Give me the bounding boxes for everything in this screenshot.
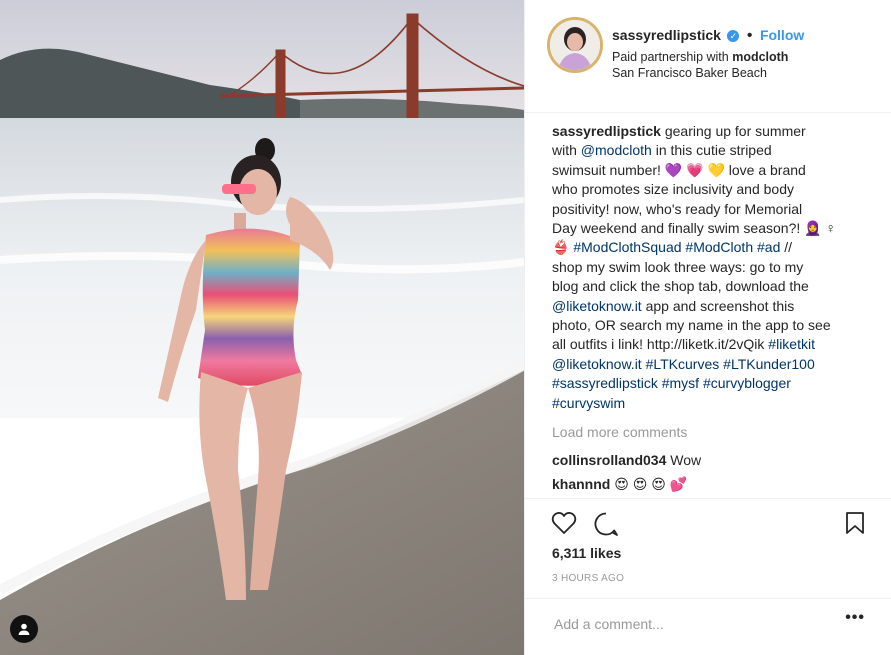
- hashtag-ad[interactable]: #ad: [757, 239, 780, 255]
- avatar-image: [550, 20, 600, 70]
- caption-text: in this cutie striped: [651, 142, 772, 159]
- instagram-post: sassyredlipstick ✓ • Follow Paid partner…: [0, 0, 891, 655]
- hashtag-mysf[interactable]: #mysf: [662, 375, 699, 391]
- caption-line: @liketoknow.it app and screenshot this: [552, 297, 870, 316]
- comment-item: khannnd 😍 😍 😍 💕: [552, 476, 687, 493]
- person-tag-icon: [18, 623, 30, 635]
- comment-item: collinsrolland034 Wow: [552, 452, 701, 468]
- caption-text: gearing up for summer: [660, 123, 806, 139]
- caption-line: 👙 #ModClothSquad #ModCloth #ad //: [552, 238, 870, 257]
- mention-liketoknow[interactable]: @liketoknow.it: [552, 356, 642, 372]
- caption-line: with @modcloth in this cutie striped: [552, 141, 870, 160]
- location-link[interactable]: San Francisco Baker Beach: [612, 65, 804, 81]
- post-caption: sassyredlipstick gearing up for summer w…: [552, 122, 870, 413]
- avatar[interactable]: [547, 17, 603, 73]
- action-bar: [525, 498, 891, 551]
- hashtag-ltkunder100[interactable]: #LTKunder100: [723, 356, 815, 372]
- add-comment-bar: •••: [525, 598, 891, 655]
- hashtag-modcloth[interactable]: #ModCloth: [685, 239, 753, 255]
- comment-text: Wow: [666, 452, 702, 468]
- hashtag-liketkit[interactable]: #liketkit: [768, 336, 815, 352]
- heart-icon[interactable]: [551, 511, 577, 535]
- separator-dot: •: [746, 27, 753, 44]
- hashtag-sassyredlipstick[interactable]: #sassyredlipstick: [552, 375, 658, 391]
- post-header: sassyredlipstick ✓ • Follow Paid partner…: [525, 0, 891, 113]
- verified-badge-icon: ✓: [727, 30, 740, 42]
- caption-line: photo, OR search my name in the app to s…: [552, 317, 831, 334]
- mention-modcloth[interactable]: @modcloth: [581, 142, 652, 158]
- more-options-button[interactable]: •••: [845, 609, 865, 627]
- beach-photo-image: [0, 0, 524, 655]
- partnership-line: Paid partnership with modcloth: [612, 49, 804, 65]
- caption-username[interactable]: sassyredlipstick: [552, 123, 661, 139]
- caption-line: all outfits i link! http://liketk.it/2vQ…: [552, 335, 870, 354]
- post-photo[interactable]: [0, 0, 524, 655]
- likes-count[interactable]: 6,311 likes: [552, 545, 621, 561]
- username-link[interactable]: sassyredlipstick: [612, 27, 721, 43]
- partner-link[interactable]: modcloth: [732, 50, 788, 64]
- caption-text: app and screenshot this: [641, 297, 795, 314]
- comment-username[interactable]: khannnd: [552, 476, 610, 492]
- caption-text: 👙: [552, 239, 574, 256]
- load-more-comments-button[interactable]: Load more comments: [552, 424, 687, 440]
- caption-line: sassyredlipstick gearing up for summer: [552, 122, 870, 141]
- follow-button[interactable]: Follow: [760, 27, 804, 43]
- hashtag-ltkcurves[interactable]: #LTKcurves: [646, 356, 720, 372]
- post-timestamp[interactable]: 3 HOURS AGO: [552, 573, 624, 584]
- caption-text: //: [780, 239, 793, 256]
- caption-text: with: [552, 142, 581, 159]
- caption-text: all outfits i link! http://liketk.it/2vQ…: [552, 336, 769, 353]
- caption-line: swimsuit number! 💜 💗 💛 love a brand: [552, 161, 806, 178]
- tag-people-button[interactable]: [10, 615, 38, 643]
- caption-line: who promotes size inclusivity and body: [552, 181, 795, 198]
- bookmark-icon[interactable]: [845, 511, 865, 535]
- comment-icon[interactable]: [593, 511, 619, 537]
- partnership-prefix: Paid partnership with: [612, 50, 733, 64]
- caption-line: positivity! now, who's ready for Memoria…: [552, 200, 803, 217]
- hashtag-curvyblogger[interactable]: #curvyblogger: [703, 375, 791, 391]
- comment-text: 😍 😍 😍 💕: [610, 476, 688, 492]
- post-sidebar: sassyredlipstick ✓ • Follow Paid partner…: [524, 0, 891, 655]
- mention-liketoknow[interactable]: @liketoknow.it: [552, 298, 642, 314]
- caption-line: #sassyredlipstick #mysf #curvyblogger: [552, 374, 870, 393]
- caption-line: shop my swim look three ways: go to my: [552, 258, 804, 275]
- hashtag-curvyswim[interactable]: #curvyswim: [552, 395, 625, 411]
- caption-line: @liketoknow.it #LTKcurves #LTKunder100: [552, 355, 870, 374]
- caption-line: blog and click the shop tab, download th…: [552, 278, 809, 295]
- comment-username[interactable]: collinsrolland034: [552, 452, 666, 468]
- hashtag-modclothsquad[interactable]: #ModClothSquad: [573, 239, 681, 255]
- post-header-text: sassyredlipstick ✓ • Follow Paid partner…: [612, 27, 804, 81]
- caption-line: Day weekend and finally swim season?! 🧕 …: [552, 220, 836, 237]
- add-comment-input[interactable]: [552, 615, 826, 633]
- caption-line: #curvyswim: [552, 394, 870, 413]
